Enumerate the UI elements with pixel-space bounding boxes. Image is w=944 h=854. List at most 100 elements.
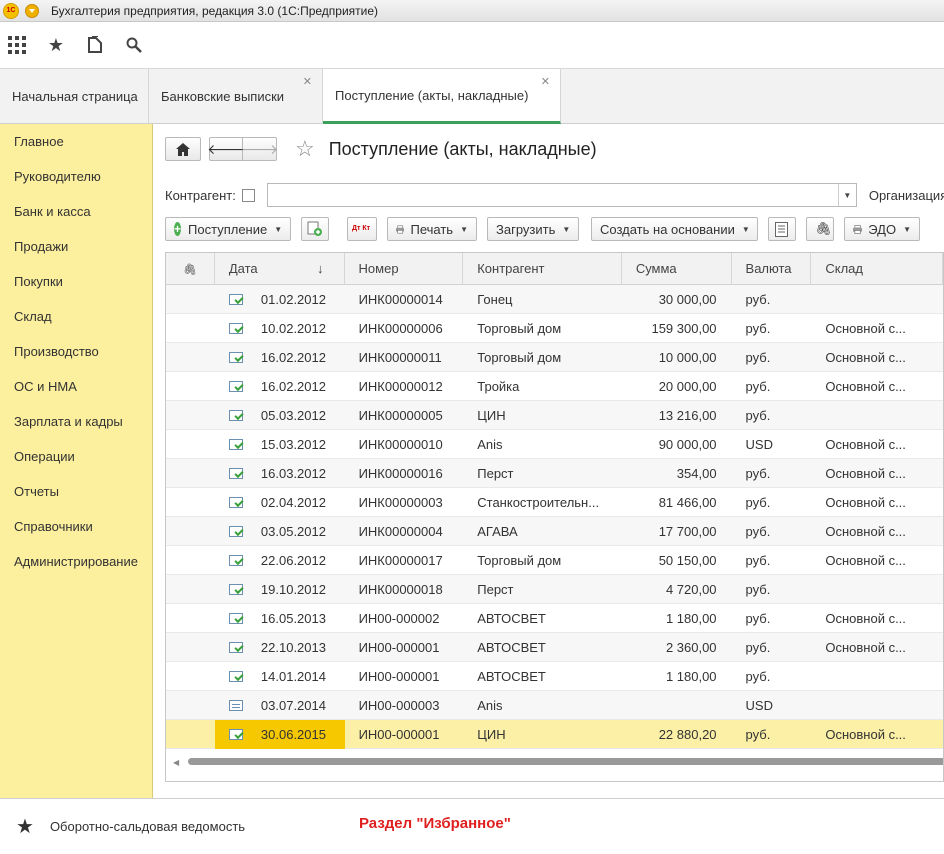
- table-row[interactable]: 16.02.2012 ИНК00000012 Тройка 20 000,00 руб.…: [166, 372, 943, 401]
- sidebar-item-payroll[interactable]: Зарплата и кадры: [0, 404, 152, 439]
- sum-cell[interactable]: 30 000,00: [622, 285, 732, 314]
- sidebar-item-bank[interactable]: Банк и касса: [0, 194, 152, 229]
- sum-cell[interactable]: 22 880,20: [622, 720, 732, 749]
- favorite-item[interactable]: Оборотно-сальдовая ведомость: [50, 819, 245, 834]
- column-header-sum[interactable]: Сумма: [622, 253, 732, 285]
- favorite-star-icon[interactable]: ☆: [295, 136, 315, 162]
- currency-cell[interactable]: руб.: [732, 517, 812, 546]
- app-logo-icon[interactable]: 1С: [3, 2, 19, 19]
- warehouse-cell[interactable]: [811, 285, 943, 314]
- number-cell[interactable]: ИН00-000001: [345, 633, 464, 662]
- apps-grid-icon[interactable]: [7, 35, 27, 55]
- table-row[interactable]: 03.05.2012 ИНК00000004 АГАВА 17 700,00 руб. О…: [166, 517, 943, 546]
- date-cell[interactable]: 30.06.2015: [214, 720, 345, 749]
- date-cell[interactable]: 03.05.2012: [215, 517, 345, 546]
- number-cell[interactable]: ИНК00000005: [345, 401, 464, 430]
- number-cell[interactable]: ИН00-000001: [345, 662, 464, 691]
- sum-cell[interactable]: 1 180,00: [622, 604, 732, 633]
- sum-cell[interactable]: [622, 691, 732, 720]
- print-button[interactable]: Печать ▼: [387, 217, 477, 241]
- sum-cell[interactable]: 354,00: [622, 459, 732, 488]
- warehouse-cell[interactable]: [811, 662, 943, 691]
- counterparty-cell[interactable]: Торговый дом: [463, 314, 622, 343]
- sum-cell[interactable]: 17 700,00: [622, 517, 732, 546]
- warehouse-cell[interactable]: Основной с...: [811, 372, 943, 401]
- kontragent-checkbox[interactable]: [241, 188, 255, 202]
- number-cell[interactable]: ИН00-000001: [345, 720, 464, 749]
- sidebar-item-assets[interactable]: ОС и НМА: [0, 369, 152, 404]
- receipt-button[interactable]: + Поступление ▼: [165, 217, 291, 241]
- currency-cell[interactable]: руб.: [732, 720, 812, 749]
- table-row[interactable]: 03.07.2014 ИН00-000003 Anis USD: [166, 691, 943, 720]
- table-row[interactable]: 02.04.2012 ИНК00000003 Станкостроительн...…: [166, 488, 943, 517]
- table-row[interactable]: 16.05.2013 ИН00-000002 АВТОСВЕТ 1 180,00 руб…: [166, 604, 943, 633]
- table-row[interactable]: 30.06.2015 ИН00-000001 ЦИН 22 880,20 руб. Осн…: [166, 720, 943, 749]
- counterparty-cell[interactable]: АГАВА: [463, 517, 622, 546]
- warehouse-cell[interactable]: Основной с...: [811, 488, 943, 517]
- table-row[interactable]: 15.03.2012 ИНК00000010 Anis 90 000,00 USD Осн…: [166, 430, 943, 459]
- date-cell[interactable]: 02.04.2012: [215, 488, 345, 517]
- currency-cell[interactable]: руб.: [732, 575, 812, 604]
- counterparty-cell[interactable]: Тройка: [463, 372, 622, 401]
- sidebar-item-production[interactable]: Производство: [0, 334, 152, 369]
- number-cell[interactable]: ИНК00000003: [345, 488, 464, 517]
- main-menu-icon[interactable]: [25, 3, 39, 18]
- currency-cell[interactable]: руб.: [732, 459, 812, 488]
- counterparty-cell[interactable]: АВТОСВЕТ: [463, 633, 622, 662]
- sidebar-item-administration[interactable]: Администрирование: [0, 544, 152, 579]
- sidebar-item-sales[interactable]: Продажи: [0, 229, 152, 264]
- sum-cell[interactable]: 50 150,00: [622, 546, 732, 575]
- table-row[interactable]: 19.10.2012 ИНК00000018 Перст 4 720,00 руб.: [166, 575, 943, 604]
- table-row[interactable]: 16.03.2012 ИНК00000016 Перст 354,00 руб. Осно…: [166, 459, 943, 488]
- date-cell[interactable]: 16.03.2012: [215, 459, 345, 488]
- warehouse-cell[interactable]: [811, 401, 943, 430]
- sum-cell[interactable]: 90 000,00: [622, 430, 732, 459]
- currency-cell[interactable]: USD: [732, 691, 812, 720]
- search-icon[interactable]: [124, 35, 144, 55]
- history-icon[interactable]: [85, 35, 105, 55]
- currency-cell[interactable]: руб.: [732, 633, 812, 662]
- counterparty-cell[interactable]: ЦИН: [463, 401, 622, 430]
- table-row[interactable]: 22.10.2013 ИН00-000001 АВТОСВЕТ 2 360,00 руб…: [166, 633, 943, 662]
- dtkt-button[interactable]: Дт Кт: [347, 217, 377, 241]
- number-cell[interactable]: ИНК00000012: [345, 372, 464, 401]
- currency-cell[interactable]: руб.: [732, 488, 812, 517]
- sidebar-item-operations[interactable]: Операции: [0, 439, 152, 474]
- date-cell[interactable]: 19.10.2012: [215, 575, 345, 604]
- sum-cell[interactable]: 81 466,00: [622, 488, 732, 517]
- number-cell[interactable]: ИНК00000011: [345, 343, 464, 372]
- edo-button[interactable]: ЭДО ▼: [844, 217, 920, 241]
- close-icon[interactable]: ✕: [541, 75, 550, 88]
- number-cell[interactable]: ИН00-000002: [345, 604, 464, 633]
- column-header-number[interactable]: Номер: [345, 253, 464, 285]
- warehouse-cell[interactable]: Основной с...: [811, 633, 943, 662]
- warehouse-cell[interactable]: Основной с...: [811, 343, 943, 372]
- currency-cell[interactable]: руб.: [732, 314, 812, 343]
- table-row[interactable]: 01.02.2012 ИНК00000014 Гонец 30 000,00 руб.: [166, 285, 943, 314]
- forward-button[interactable]: 🡒: [241, 137, 278, 161]
- counterparty-cell[interactable]: Гонец: [463, 285, 622, 314]
- sidebar-item-management[interactable]: Руководителю: [0, 159, 152, 194]
- warehouse-cell[interactable]: Основной с...: [811, 604, 943, 633]
- number-cell[interactable]: ИНК00000017: [345, 546, 464, 575]
- column-header-counterparty[interactable]: Контрагент: [463, 253, 622, 285]
- column-header-attach[interactable]: 🖇: [166, 253, 215, 285]
- column-header-currency[interactable]: Валюта: [732, 253, 812, 285]
- star-icon[interactable]: ★: [46, 35, 66, 55]
- counterparty-cell[interactable]: Anis: [463, 430, 622, 459]
- currency-cell[interactable]: руб.: [732, 604, 812, 633]
- close-icon[interactable]: ✕: [303, 75, 312, 88]
- number-cell[interactable]: ИНК00000004: [345, 517, 464, 546]
- table-row[interactable]: 05.03.2012 ИНК00000005 ЦИН 13 216,00 руб.: [166, 401, 943, 430]
- counterparty-cell[interactable]: АВТОСВЕТ: [463, 604, 622, 633]
- warehouse-cell[interactable]: Основной с...: [811, 517, 943, 546]
- table-row[interactable]: 10.02.2012 ИНК00000006 Торговый дом 159 300…: [166, 314, 943, 343]
- currency-cell[interactable]: руб.: [732, 546, 812, 575]
- currency-cell[interactable]: руб.: [732, 372, 812, 401]
- sidebar-item-main[interactable]: Главное: [0, 124, 152, 159]
- home-button[interactable]: [165, 137, 201, 161]
- warehouse-cell[interactable]: [811, 575, 943, 604]
- counterparty-cell[interactable]: АВТОСВЕТ: [463, 662, 622, 691]
- report-button[interactable]: [768, 217, 796, 241]
- currency-cell[interactable]: руб.: [732, 401, 812, 430]
